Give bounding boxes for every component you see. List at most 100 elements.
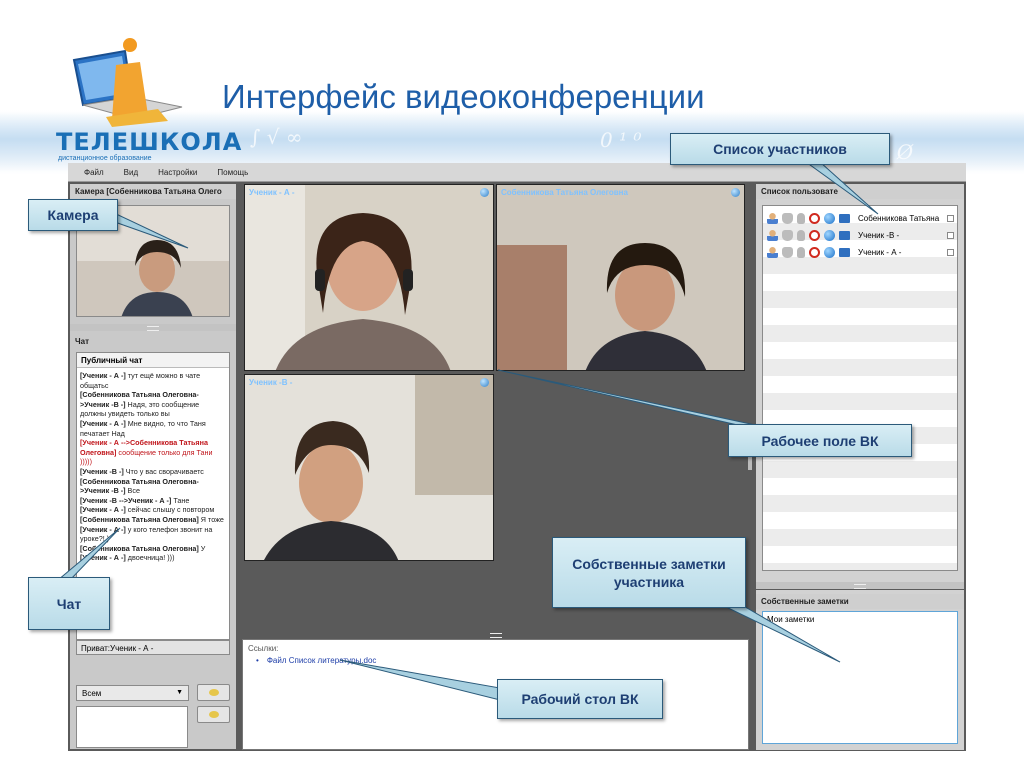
video-label: Ученик - А - [249,188,295,197]
video-tile-student-a[interactable]: Ученик - А - [244,184,494,371]
status-ring-icon [809,247,820,258]
monitor-icon [839,214,850,223]
slide-title: Интерфейс видеоконференции [222,78,705,115]
chat-message-text: Тане [171,495,190,505]
recipient-value: Всем [82,689,102,698]
chat-message-text: Я тоже [198,514,224,524]
chat-message-author: [Ученик - А -] [80,371,126,380]
chat-message-author: [Ученик -В -->Ученик - А -] [80,495,172,505]
chat-message-author: [Собенникова Татьяна Олеговна] [80,543,199,553]
user-checkbox[interactable] [947,232,954,239]
emoticon-button[interactable] [197,684,230,701]
menu-bar: Файл Вид Настройки Помощь [68,163,966,182]
chat-message-text: Все [125,486,140,496]
chat-message-text: сейчас слышу с повтором [125,505,215,515]
chat-message: [Ученик - А -] Мне видно, то что Таня пе… [80,419,226,438]
desktop-header: Ссылки: [248,644,279,653]
status-globe-icon[interactable] [731,188,740,197]
chat-message-input[interactable] [76,706,188,748]
background-formula: ∫ √ ∞ [250,125,303,149]
globe-icon [824,230,835,241]
videoconference-window: Файл Вид Настройки Помощь Камера [Собенн… [68,163,966,751]
background-formula: 0 ¹ ⁰ [600,128,642,152]
chat-message: [Собенникова Татьяна Олеговна->Ученик -В… [80,477,226,496]
splitter-handle[interactable] [756,582,964,589]
chat-message-author: [Ученик - А -] [80,505,126,515]
monitor-icon [839,248,850,257]
notes-header: Собственные заметки [756,594,964,609]
send-message-button[interactable] [197,706,230,723]
chat-message-text: Что у вас сворачиваетс [123,466,204,476]
chat-message: [Ученик -В -] Что у вас сворачиваетс [80,467,226,477]
user-row[interactable]: Ученик - А - [763,244,957,261]
user-checkbox[interactable] [947,215,954,222]
status-globe-icon[interactable] [480,378,489,387]
user-icon [767,213,778,224]
user-name: Ученик -В - [858,231,900,240]
chat-message: [Ученик - А -] сейчас слышу с повтором [80,505,226,515]
chat-message: [Ученик - А -] двоечница! ))) [80,553,226,563]
shared-desktop: Ссылки: Файл Список литературы.doc [242,639,749,750]
user-name: Собенникова Татьяна [858,214,940,223]
callout-workspace: Рабочее поле ВК [728,424,912,457]
callout-desktop: Рабочий стол ВК [497,679,663,719]
raise-hand-icon[interactable] [782,230,793,241]
chat-messages: [Ученик - А -] тут ещё можно в чате обща… [77,368,229,566]
microphone-icon[interactable] [797,213,805,224]
laptop-logo-icon [72,38,183,127]
chat-message-text: двоечница! ))) [125,553,175,563]
video-label: Ученик -В - [249,378,293,387]
microphone-icon[interactable] [797,230,805,241]
raise-hand-icon[interactable] [782,213,793,224]
chat-message-author: [Собенникова Татьяна Олеговна] [80,514,199,524]
callout-camera: Камера [28,199,118,231]
chat-message: [Собенникова Татьяна Олеговна->Ученик -В… [80,390,226,419]
splitter-handle[interactable] [748,456,752,470]
recipient-dropdown[interactable]: Всем ▼ [76,685,189,701]
chat-message: [Собенникова Татьяна Олеговна] Я тоже [80,515,226,525]
splitter-handle[interactable] [70,324,236,331]
logo-tagline: дистанционное образование [58,155,152,162]
video-tile-teacher[interactable]: Собенникова Татьяна Олеговна [496,184,745,371]
chat-message: [Ученик - А -->Собенникова Татьяна Олего… [80,438,226,467]
chat-message: [Ученик - А -] тут ещё можно в чате обща… [80,371,226,390]
globe-icon [824,247,835,258]
raise-hand-icon[interactable] [782,247,793,258]
callout-participants: Список участников [670,133,890,165]
desktop-file-link[interactable]: Файл Список литературы.doc [248,656,743,665]
chevron-down-icon: ▼ [176,689,183,696]
menu-help[interactable]: Помощь [217,168,248,177]
menu-file[interactable]: Файл [84,168,104,177]
menu-view[interactable]: Вид [124,168,138,177]
splitter-handle[interactable] [242,631,749,638]
chat-message-text: У [198,543,206,553]
user-list-panel: Список пользовате Собенникова Татьяна Уч… [756,184,964,582]
notes-textarea[interactable]: Мои заметки [762,611,958,744]
user-name: Ученик - А - [858,248,902,257]
chat-message-author: [Ученик - А -] [80,553,126,563]
user-row[interactable]: Ученик -В - [763,227,957,244]
private-chat-target[interactable]: Приват:Ученик - А - [76,640,230,655]
chat-header: Чат [75,337,89,346]
chat-message-author: [Ученик - А -] [80,418,126,428]
notes-panel: Собственные заметки Мои заметки [756,590,964,750]
user-checkbox[interactable] [947,249,954,256]
chat-message-author: [Ученик -В -] [80,466,124,476]
user-icon [767,230,778,241]
status-ring-icon [809,213,820,224]
callout-notes: Собственные заметки участника [552,537,746,608]
telescola-logo: ТЕЛЕШКОЛА дистанционное образование [50,35,241,162]
user-list: Собенникова Татьяна Ученик -В - Ученик -… [762,205,958,571]
user-icon [767,247,778,258]
microphone-icon[interactable] [797,247,805,258]
video-tile-student-b[interactable]: Ученик -В - [244,374,494,561]
chat-message: [Ученик -В -->Ученик - А -] Тане [80,496,226,506]
menu-settings[interactable]: Настройки [158,168,197,177]
globe-icon [824,213,835,224]
chat-message-author: [Ученик - А -] [80,524,126,534]
user-row[interactable]: Собенникова Татьяна [763,210,957,227]
status-ring-icon [809,230,820,241]
logo-name: ТЕЛЕШКОЛА [56,128,243,156]
status-globe-icon[interactable] [480,188,489,197]
public-chat-tab[interactable]: Публичный чат [77,353,229,368]
